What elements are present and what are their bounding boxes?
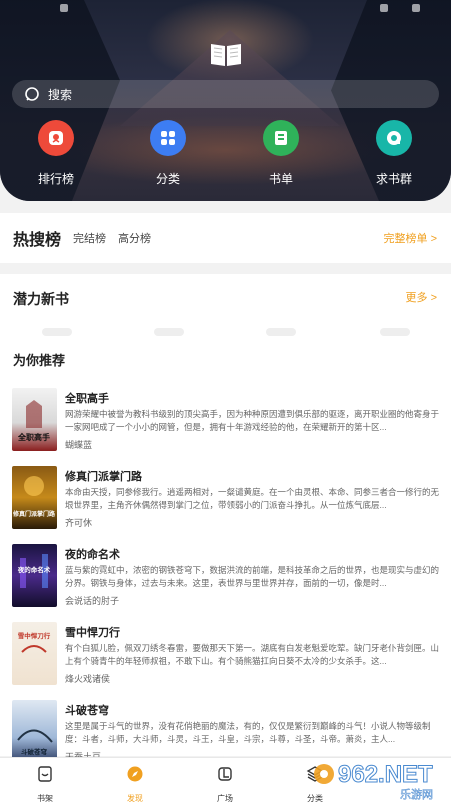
plaza-icon (218, 767, 232, 781)
section-title: 热搜榜 (13, 232, 62, 249)
book-cover: 斗破苍穹 (12, 700, 57, 763)
shortcut-category[interactable]: 分类 (128, 120, 208, 187)
status-icon (412, 4, 420, 12)
shortcut-label: 分类 (155, 172, 180, 186)
booklist-icon (263, 120, 299, 156)
book-cover: 雪中悍刀行 (12, 622, 57, 685)
tab-high-score[interactable]: 高分榜 (118, 230, 151, 246)
shortcut-label: 书单 (268, 172, 293, 186)
loading-placeholder (154, 328, 184, 336)
ranking-icon (38, 120, 74, 156)
book-title: 雪中悍刀行 (65, 627, 120, 639)
book-description: 这里是属于斗气的世界，没有花俏艳丽的魔法，有的，仅仅是繁衍到巅峰的斗气！小说人物… (65, 721, 431, 744)
book-logo-icon (211, 44, 241, 66)
search-icon (25, 87, 39, 101)
nav-label: 发现 (127, 794, 143, 803)
nav-discover[interactable]: 发现 (105, 762, 165, 803)
category-icon (150, 120, 186, 156)
loading-placeholder (266, 328, 296, 336)
book-title: 修真门派掌门路 (65, 471, 142, 483)
loading-placeholder (42, 328, 72, 336)
book-title: 全职高手 (65, 393, 109, 405)
book-author: 会说话的肘子 (65, 596, 120, 606)
nav-plaza[interactable]: 广场 (195, 762, 255, 803)
full-list-link[interactable]: 完整榜单 > (384, 230, 437, 246)
tab-completed[interactable]: 完结榜 (73, 230, 106, 246)
category-shortcuts: 排行榜 分类 书单 求书群 (0, 120, 451, 190)
book-author: 蝴蝶蓝 (65, 440, 93, 450)
cover-title: 雪中悍刀行 (18, 631, 51, 640)
cover-title: 修真门派掌门路 (12, 510, 56, 518)
shortcut-label: 排行榜 (37, 172, 74, 186)
book-author: 齐可休 (65, 518, 93, 528)
status-bar (0, 0, 451, 18)
bookshelf-icon (38, 766, 52, 782)
recommend-section: 为你推荐 全职高手 全职高手 网游荣耀中被誉为教科书级别的顶尖高手，因为种种原因… (0, 336, 451, 763)
nav-bookshelf[interactable]: 书架 (15, 762, 75, 803)
section-title: 为你推荐 (13, 353, 66, 368)
request-group-icon (376, 120, 412, 156)
watermark-sub: 乐游网 (400, 788, 433, 801)
book-cover: 全职高手 (12, 388, 57, 451)
more-link[interactable]: 更多 > (406, 289, 437, 305)
book-title: 斗破苍穹 (65, 705, 109, 717)
book-title: 夜的命名术 (65, 549, 120, 561)
cover-title: 斗破苍穹 (21, 747, 48, 756)
search-bar[interactable]: 搜索 (12, 80, 439, 108)
potential-section: 潜力新书 更多 > (0, 274, 451, 336)
hero-banner: 搜索 排行榜 分类 书单 求书群 (0, 0, 451, 201)
book-description: 有个白狐儿脸，佩双刀绣冬春雷，要做那天下第一。湖底有白发老魁爱吃荤。缺门牙老仆背… (65, 643, 439, 666)
cover-title: 夜的命名术 (17, 565, 51, 574)
loading-placeholder (380, 328, 410, 336)
status-icon (60, 4, 68, 12)
shortcut-request-group[interactable]: 求书群 (354, 120, 434, 187)
nav-label: 广场 (217, 794, 233, 803)
shortcut-booklist[interactable]: 书单 (241, 120, 321, 187)
book-cover: 夜的命名术 (12, 544, 57, 607)
shortcut-label: 求书群 (375, 172, 412, 186)
book-description: 蓝与紫的霓虹中，浓密的钢铁苍穹下，数据洪流的前端，是科技革命之后的世界，也是现实… (65, 565, 439, 588)
status-icon (380, 4, 388, 12)
search-placeholder: 搜索 (48, 87, 73, 102)
book-description: 网游荣耀中被誉为教科书级别的顶尖高手，因为种种原因遭到俱乐部的驱逐，离开职业圈的… (65, 409, 439, 432)
cover-title: 全职高手 (17, 432, 50, 442)
section-title: 潜力新书 (13, 291, 69, 307)
book-author: 烽火戏诸侯 (65, 674, 111, 684)
discover-icon (127, 766, 143, 782)
book-cover: 修真门派掌门路 (12, 466, 57, 529)
book-item[interactable]: 修真门派掌门路 修真门派掌门路 本命由天授，同参修我行。逍遥两相对，一粲谴黄庭。… (12, 466, 439, 536)
book-item[interactable]: 雪中悍刀行 雪中悍刀行 有个白狐儿脸，佩双刀绣冬春雷，要做那天下第一。湖底有白发… (12, 622, 439, 692)
hot-search-section: 热搜榜 完结榜 高分榜 完整榜单 > (0, 213, 451, 263)
book-description: 本命由天授，同参修我行。逍遥两相对，一粲谴黄庭。在一个由灵根、本命、同参三者合一… (65, 487, 439, 510)
shortcut-ranking[interactable]: 排行榜 (16, 120, 96, 187)
book-item[interactable]: 全职高手 全职高手 网游荣耀中被誉为教科书级别的顶尖高手，因为种种原因遭到俱乐部… (12, 388, 439, 458)
book-item[interactable]: 夜的命名术 夜的命名术 蓝与紫的霓虹中，浓密的钢铁苍穹下，数据洪流的前端，是科技… (12, 544, 439, 614)
watermark-brand: 962.NET (338, 761, 433, 788)
watermark-logo: 962.NET 乐游网 (314, 761, 434, 801)
nav-label: 书架 (37, 794, 53, 803)
